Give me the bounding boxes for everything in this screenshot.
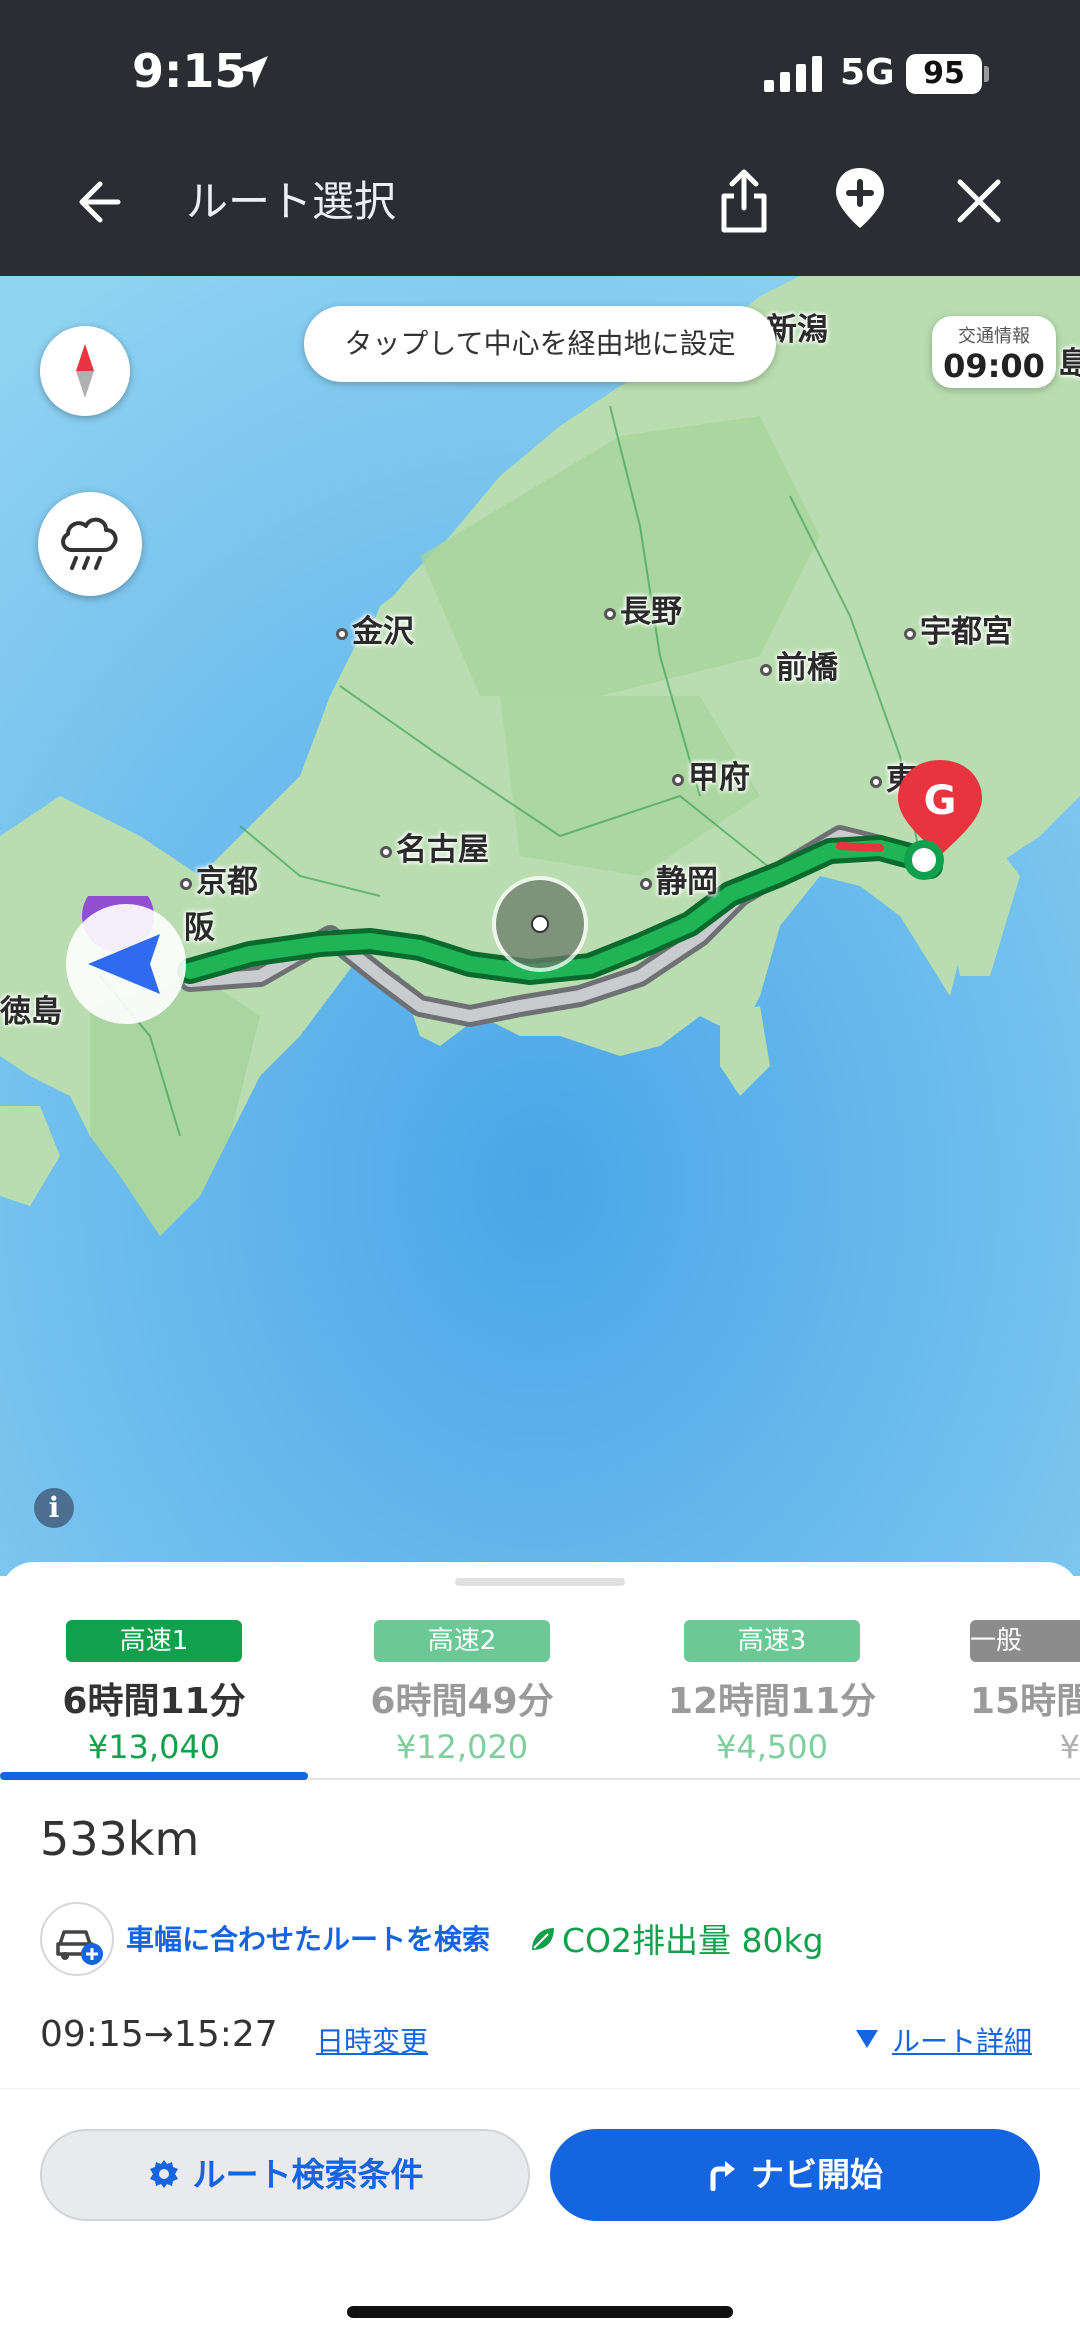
page-title: ルート選択 [186,177,397,226]
signal-icon [764,56,822,92]
caret-down-icon [856,2030,878,2048]
route-tag: 一般 [970,1620,1080,1662]
traffic-info-badge[interactable]: 交通情報 09:00 [932,316,1056,388]
home-indicator[interactable] [347,2306,733,2318]
route-time: 6時間11分 [62,1681,246,1722]
tab-indicator [0,1772,308,1780]
svg-text:G: G [924,778,957,824]
route-tabs: 高速1 6時間11分 ¥13,040 高速2 6時間49分 ¥12,020 高速… [0,1620,1080,1780]
route-conditions-label: ルート検索条件 [192,2155,424,2194]
city-label: 京都 [180,856,258,901]
sheet-handle[interactable] [455,1578,625,1586]
route-conditions-button[interactable]: ルート検索条件 [40,2129,530,2221]
status-time: 9:15 [132,44,247,98]
route-price: ¥4,500 [716,1728,828,1766]
start-navigation-button[interactable]: ナビ開始 [550,2129,1040,2221]
compass-icon [76,344,94,398]
location-arrow-icon [236,56,268,88]
add-waypoint-pin-icon[interactable] [830,164,890,236]
start-navigation-label: ナビ開始 [751,2155,883,2194]
city-label: 徳島 [0,994,62,1030]
co2-emission: CO2排出量 80kg [562,1921,824,1960]
car-plus-icon [56,1930,103,1965]
network-type: 5G [840,52,895,93]
route-tag: 高速3 [684,1620,860,1662]
route-tab-highway-1[interactable]: 高速1 6時間11分 ¥13,040 [4,1620,304,1780]
top-bar: ルート選択 [0,140,1080,276]
current-location-icon[interactable] [56,896,196,1026]
goal-pin-icon[interactable]: G [890,756,990,896]
vehicle-size-link[interactable]: 車幅に合わせたルートを検索 [126,1918,490,1958]
close-icon[interactable] [948,170,1010,232]
city-label: 金沢 [336,606,414,651]
map-center-crosshair-icon [492,876,588,972]
weather-button[interactable] [38,492,142,596]
route-tab-general[interactable]: 一般 15時間 ¥ [930,1620,1080,1780]
info-icon[interactable]: i [34,1488,74,1528]
city-label: 長野 [604,586,682,631]
route-time: 6時間49分 [370,1681,554,1722]
route-time: 12時間11分 [667,1681,877,1722]
city-label: 静岡 [640,856,718,901]
battery-cap [984,66,989,82]
battery-indicator: 95 [906,54,982,94]
route-map[interactable]: 新潟 島 金沢 長野 宇都宮 前橋 甲府 東 名古屋 京都 静岡 阪 徳島 G … [0,276,1080,1576]
city-label: 前橋 [760,642,838,687]
leaf-icon [532,1928,554,1950]
city-label: 名古屋 [380,824,489,869]
compass-button[interactable] [40,326,130,416]
route-price: ¥13,040 [87,1728,221,1766]
city-label: 宇都宮 [904,606,1013,651]
vehicle-size-button[interactable] [40,1902,114,1976]
share-icon[interactable] [712,166,776,236]
route-tag: 高速1 [66,1620,242,1662]
route-tab-highway-2[interactable]: 高速2 6時間49分 ¥12,020 [312,1620,612,1780]
turn-right-arrow-icon [710,2160,735,2191]
city-label: 島 [1058,346,1080,382]
route-detail-link[interactable]: ルート詳細 [892,2020,1032,2060]
action-bar: ルート検索条件 ナビ開始 [0,2088,1080,2341]
route-tag: 高速2 [374,1620,550,1662]
route-time: 15時間 [970,1681,1080,1722]
route-sheet: 高速1 6時間11分 ¥13,040 高速2 6時間49分 ¥12,020 高速… [0,1562,1080,2341]
traffic-label: 交通情報 [958,326,1030,347]
route-distance: 533km [40,1812,200,1866]
status-bar: 9:15 5G 95 [0,0,1080,140]
route-price: ¥ [1059,1728,1080,1766]
city-label: 甲府 [672,752,750,797]
date-change-link[interactable]: 日時変更 [316,2020,428,2060]
rain-cloud-icon [61,517,118,570]
route-tab-highway-3[interactable]: 高速3 12時間11分 ¥4,500 [622,1620,922,1780]
gear-icon [149,2159,178,2188]
traffic-time: 09:00 [943,347,1045,385]
back-arrow-icon[interactable] [70,170,134,234]
time-range: 09:15→15:27 [40,2014,278,2055]
route-price: ¥12,020 [395,1728,529,1766]
tap-hint-bubble[interactable]: タップして中心を経由地に設定 [304,306,776,382]
